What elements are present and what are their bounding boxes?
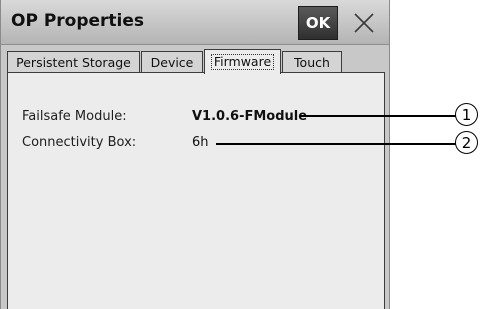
callout-marker-1: 1 — [455, 103, 478, 126]
failsafe-module-label: Failsafe Module: — [22, 109, 127, 124]
op-properties-dialog: OP Properties OK Persistent Storage Devi… — [0, 0, 390, 309]
tab-label: Device — [150, 55, 194, 70]
tab-firmware[interactable]: Firmware — [204, 49, 281, 74]
close-icon — [354, 13, 374, 33]
connectivity-box-value: 6h — [192, 135, 209, 150]
firmware-panel: Failsafe Module: V1.0.6-FModule Connecti… — [7, 72, 385, 309]
tab-label: Touch — [294, 55, 330, 70]
dialog-title: OP Properties — [11, 11, 145, 31]
tab-touch[interactable]: Touch — [282, 51, 342, 73]
callout-line-2 — [216, 143, 456, 145]
tab-device[interactable]: Device — [141, 51, 203, 73]
close-button[interactable] — [344, 6, 384, 40]
ok-button[interactable]: OK — [298, 6, 338, 40]
failsafe-module-value: V1.0.6-FModule — [192, 109, 308, 124]
title-bar: OP Properties OK — [1, 0, 389, 45]
callout-marker-2: 2 — [455, 131, 478, 154]
tab-label: Firmware — [210, 54, 275, 70]
tab-persistent-storage[interactable]: Persistent Storage — [7, 51, 140, 73]
tab-label: Persistent Storage — [16, 55, 131, 70]
connectivity-box-label: Connectivity Box: — [22, 135, 137, 150]
callout-line-1 — [300, 115, 456, 117]
